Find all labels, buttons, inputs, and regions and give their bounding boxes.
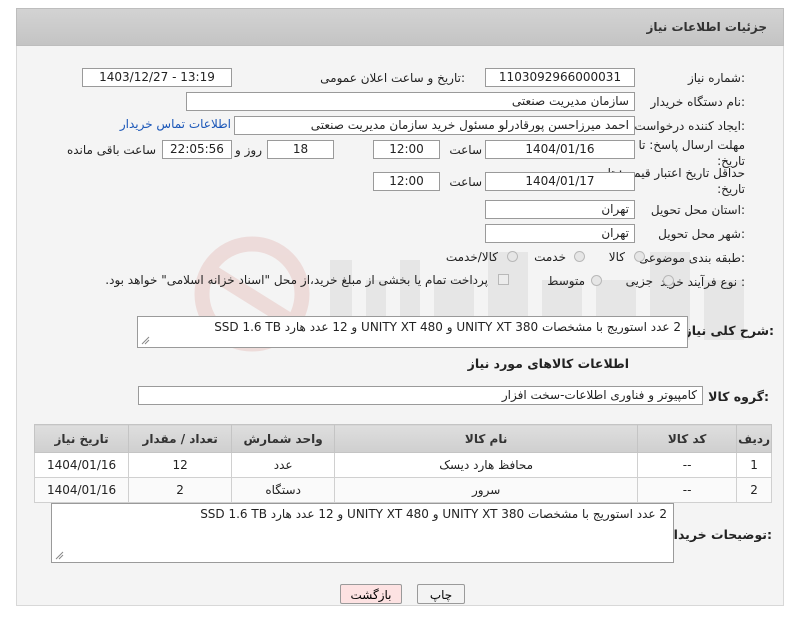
- cell-row: 1: [736, 452, 772, 478]
- buyer-contact-link[interactable]: اطلاعات تماس خریدار: [120, 117, 231, 131]
- cell-unit: عدد: [231, 452, 336, 478]
- city-field[interactable]: تهران: [485, 224, 635, 243]
- treasury-payment-checkbox[interactable]: [498, 274, 509, 285]
- cell-date: 1404/01/16: [33, 477, 130, 503]
- need-number-field[interactable]: 1103092966000031: [485, 68, 635, 87]
- send-deadline-time-label: ساعت: [449, 143, 482, 157]
- process-medium-radio[interactable]: [591, 275, 602, 286]
- category-label: طبقه بندی موضوعی:: [638, 251, 745, 265]
- cell-name: محافظ هارد دیسک: [334, 452, 639, 478]
- print-button[interactable]: چاپ: [417, 584, 465, 604]
- city-label: شهر محل تحویل:: [658, 227, 745, 241]
- col-qty: تعداد / مقدار: [128, 424, 233, 453]
- summary-textarea[interactable]: 2 عدد استوریج با مشخصات UNITY XT 380 و U…: [137, 316, 688, 348]
- days-label: روز و: [235, 143, 262, 157]
- summary-label: شرح کلی نیاز:: [684, 323, 775, 338]
- cell-qty: 12: [128, 452, 233, 478]
- page-title: جزئیات اطلاعات نیاز: [646, 20, 767, 34]
- category-goods-label: کالا: [608, 250, 625, 264]
- cell-code: --: [637, 477, 738, 503]
- price-validity-time-field[interactable]: 12:00: [373, 172, 440, 191]
- cell-code: --: [637, 452, 738, 478]
- announce-datetime-field[interactable]: 1403/12/27 - 13:19: [82, 68, 232, 87]
- buyer-org-field[interactable]: سازمان مدیریت صنعتی: [186, 92, 635, 111]
- buyer-notes-text: 2 عدد استوریج با مشخصات UNITY XT 380 و U…: [200, 507, 667, 521]
- col-name: نام کالا: [334, 424, 639, 453]
- col-date: تاریخ نیاز: [33, 424, 130, 453]
- resize-grip-icon[interactable]: [141, 336, 150, 345]
- cell-unit: دستگاه: [231, 477, 336, 503]
- col-code: کد کالا: [637, 424, 738, 453]
- remaining-days-field[interactable]: 18: [267, 140, 334, 159]
- goods-table: ردیف کد کالا نام کالا واحد شمارش تعداد /…: [33, 424, 772, 503]
- process-minor-label: جزیی: [625, 274, 653, 288]
- resize-grip-icon[interactable]: [55, 551, 64, 560]
- cell-date: 1404/01/16: [33, 452, 130, 478]
- goods-table-header: ردیف کد کالا نام کالا واحد شمارش تعداد /…: [33, 424, 772, 453]
- send-deadline-date-field[interactable]: 1404/01/16: [485, 140, 635, 159]
- price-validity-time-label: ساعت: [449, 175, 482, 189]
- send-deadline-time-field[interactable]: 12:00: [373, 140, 440, 159]
- table-row: 2 -- سرور دستگاه 2 1404/01/16: [33, 477, 772, 503]
- col-row: ردیف: [736, 424, 772, 453]
- process-minor-radio[interactable]: [663, 275, 674, 286]
- cell-row: 2: [736, 477, 772, 503]
- need-number-label: شماره نیاز:: [687, 71, 745, 85]
- cell-name: سرور: [334, 477, 639, 503]
- province-field[interactable]: تهران: [485, 200, 635, 219]
- category-goods-radio[interactable]: [634, 251, 645, 262]
- buyer-notes-label: توضیحات خریدار:: [666, 527, 772, 542]
- remaining-time-field[interactable]: 22:05:56: [162, 140, 232, 159]
- buyer-org-label: نام دستگاه خریدار:: [650, 95, 746, 109]
- category-goods-service-label: کالا/خدمت: [445, 250, 498, 264]
- province-label: استان محل تحویل:: [650, 203, 745, 217]
- category-service-label: خدمت: [534, 250, 566, 264]
- requester-label: ایجاد کننده درخواست:: [634, 119, 745, 133]
- page-header: جزئیات اطلاعات نیاز: [16, 8, 784, 46]
- goods-group-field[interactable]: کامپیوتر و فناوری اطلاعات-سخت افزار: [138, 386, 703, 405]
- price-validity-date-field[interactable]: 1404/01/17: [485, 172, 635, 191]
- goods-section-title: اطلاعات کالاهای مورد نیاز: [467, 356, 629, 371]
- summary-text: 2 عدد استوریج با مشخصات UNITY XT 380 و U…: [214, 320, 681, 334]
- category-service-radio[interactable]: [574, 251, 585, 262]
- announce-datetime-label: تاریخ و ساعت اعلان عمومی:: [320, 71, 465, 85]
- remaining-time-label: ساعت باقی مانده: [66, 143, 156, 157]
- requester-field[interactable]: احمد میرزاحسن پورقادرلو مسئول خرید سازما…: [234, 116, 635, 135]
- cell-qty: 2: [128, 477, 233, 503]
- col-unit: واحد شمارش: [231, 424, 336, 453]
- goods-group-label: گروه کالا:: [708, 389, 769, 404]
- treasury-payment-note: پرداخت تمام یا بخشی از مبلغ خرید،از محل …: [105, 273, 488, 287]
- category-goods-service-radio[interactable]: [507, 251, 518, 262]
- process-medium-label: متوسط: [547, 274, 585, 288]
- buyer-notes-textarea[interactable]: 2 عدد استوریج با مشخصات UNITY XT 380 و U…: [51, 503, 674, 563]
- table-row: 1 -- محافظ هارد دیسک عدد 12 1404/01/16: [33, 452, 772, 478]
- back-button[interactable]: بازگشت: [340, 584, 402, 604]
